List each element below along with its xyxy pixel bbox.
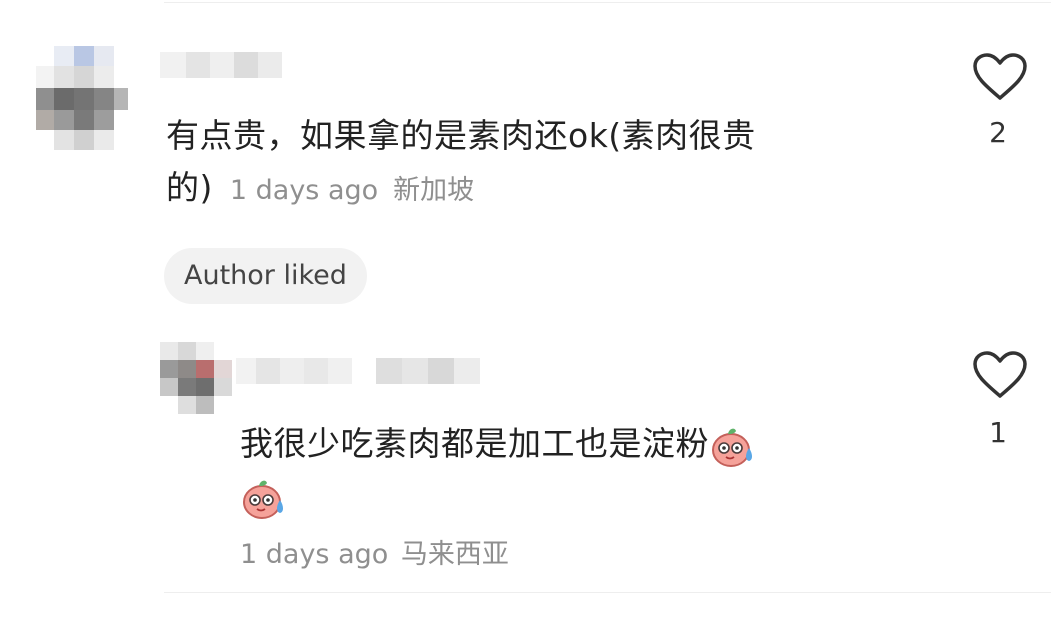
username[interactable] bbox=[160, 44, 290, 84]
bottom-divider bbox=[164, 592, 1051, 593]
heart-outline-icon bbox=[973, 351, 1027, 398]
reply-location: 马来西亚 bbox=[400, 539, 509, 570]
reply-avatar[interactable] bbox=[160, 342, 236, 414]
reply-text: 我很少吃素肉都是加工也是淀粉 bbox=[240, 418, 920, 522]
reply-like-count: 1 bbox=[989, 416, 1007, 449]
comment-text: 有点贵，如果拿的是素肉还ok(素肉很贵 的) 1 days ago 新加坡 bbox=[166, 110, 926, 217]
sweat-smile-emoji-icon bbox=[243, 480, 283, 519]
avatar[interactable] bbox=[36, 46, 128, 150]
reply-meta: 1 days ago 马来西亚 bbox=[240, 532, 509, 571]
reply-like-button[interactable] bbox=[972, 350, 1028, 400]
comment-text-line2: 的) 1 days ago 新加坡 bbox=[166, 162, 926, 217]
comment-time: 1 days ago bbox=[229, 175, 379, 206]
reply-item: 我很少吃素肉都是加工也是淀粉 1 days ago 马来西亚 1 bbox=[0, 330, 1051, 600]
like-count: 2 bbox=[989, 116, 1007, 149]
like-button[interactable] bbox=[972, 52, 1028, 102]
comment-text-line1: 有点贵，如果拿的是素肉还ok(素肉很贵 bbox=[166, 116, 756, 155]
sweat-smile-emoji-icon bbox=[712, 428, 752, 467]
reply-text-content: 我很少吃素肉都是加工也是淀粉 bbox=[240, 424, 709, 463]
comment-text-line2-content: 的) bbox=[166, 168, 213, 207]
author-liked-badge: Author liked bbox=[164, 248, 367, 304]
heart-outline-icon bbox=[973, 53, 1027, 100]
reply-username[interactable] bbox=[236, 352, 496, 392]
comment-item: 有点贵，如果拿的是素肉还ok(素肉很贵 的) 1 days ago 新加坡 Au… bbox=[0, 0, 1051, 330]
comment-location: 新加坡 bbox=[393, 175, 475, 206]
reply-time: 1 days ago bbox=[240, 539, 389, 570]
